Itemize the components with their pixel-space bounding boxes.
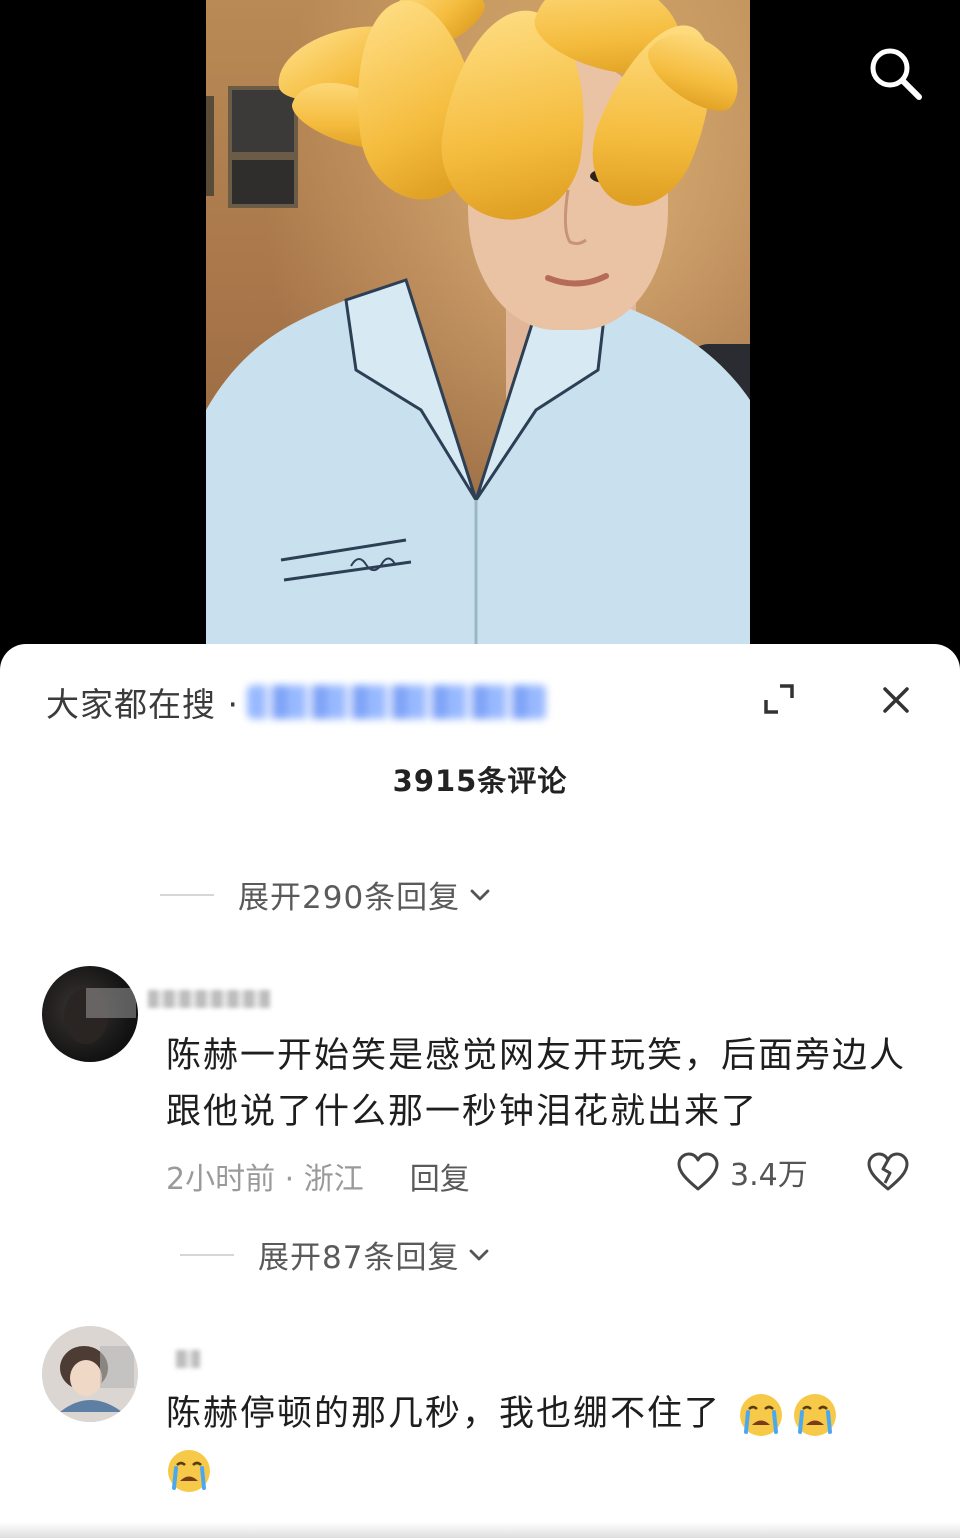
username-blurred[interactable]: [148, 990, 270, 1008]
expand-replies-button[interactable]: 展开290条回复: [160, 872, 492, 917]
expand-replies-button[interactable]: 展开87条回复: [180, 1232, 491, 1277]
search-button[interactable]: [858, 36, 932, 110]
comment-sheet: 大家都在搜 · 3915条评论 展开290条回复 陈赫一开始笑是感觉网友开玩笑，…: [0, 644, 960, 1538]
video-player[interactable]: [206, 0, 750, 650]
comment-meta: 2小时前 · 浙江 回复: [166, 1154, 470, 1198]
comment-count: 3915条评论: [392, 764, 568, 798]
loudly-crying-face-icon: [740, 1394, 783, 1436]
trending-search-prefix: 大家都在搜 ·: [46, 685, 239, 724]
like-count: 3.4万: [730, 1158, 808, 1193]
trending-search-query-blurred: [246, 685, 547, 719]
divider: [160, 893, 214, 896]
wall-picture: [228, 156, 298, 208]
expand-replies-label: 展开87条回复: [258, 1240, 460, 1276]
chevron-down-icon: [470, 1249, 489, 1260]
comment-body: 陈赫停顿的那几秒，我也绷不住了: [166, 1394, 722, 1434]
trending-search-bar[interactable]: 大家都在搜 ·: [46, 682, 547, 724]
comment-text: 陈赫一开始笑是感觉网友开玩笑，后面旁边人跟他说了什么那一秒钟泪花就出来了: [166, 1036, 907, 1132]
screen: 大家都在搜 · 3915条评论 展开290条回复 陈赫一开始笑是感觉网友开玩笑，…: [0, 0, 960, 1538]
pajama-shirt: [206, 278, 750, 650]
close-button[interactable]: [876, 680, 916, 720]
divider: [180, 1253, 234, 1256]
expand-icon: [764, 684, 794, 714]
avatar[interactable]: [42, 1326, 138, 1422]
expand-replies-label: 展开290条回复: [238, 880, 461, 916]
heart-icon: [677, 1152, 719, 1191]
search-icon: [870, 48, 922, 100]
loudly-crying-face-icon: [794, 1394, 837, 1436]
username-blurred[interactable]: [176, 1350, 200, 1368]
comment-time-location: 2小时前 · 浙江: [166, 1162, 364, 1197]
chevron-down-icon: [470, 889, 490, 900]
loudly-crying-face-icon: [168, 1450, 210, 1492]
like-button[interactable]: 3.4万: [676, 1150, 808, 1194]
broken-heart-icon: [867, 1152, 909, 1191]
close-icon: [883, 687, 909, 713]
dislike-button[interactable]: [866, 1150, 910, 1194]
comment-text: 陈赫停顿的那几秒，我也绷不住了: [166, 1386, 926, 1498]
reply-button[interactable]: 回复: [410, 1154, 470, 1198]
fullscreen-button[interactable]: [760, 680, 798, 718]
wall-picture: [228, 86, 298, 156]
avatar[interactable]: [42, 966, 138, 1062]
